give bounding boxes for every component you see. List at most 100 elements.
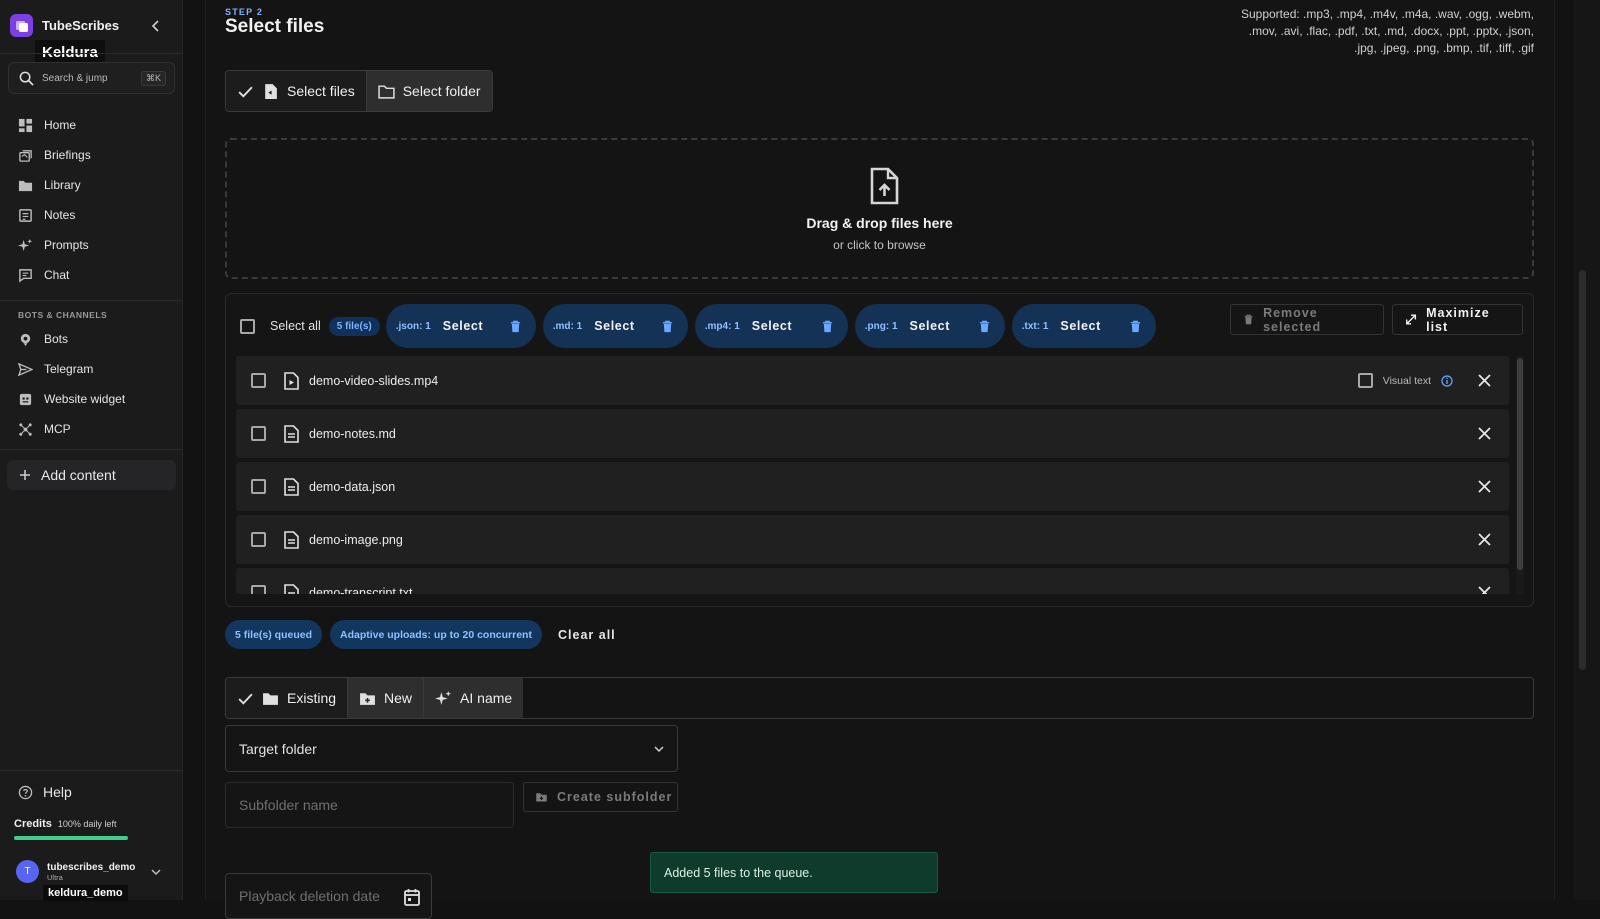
ext-select-button[interactable]: Select bbox=[752, 319, 792, 333]
subfolder-name-input[interactable]: Subfolder name bbox=[225, 782, 514, 828]
file-row: demo-notes.md bbox=[236, 409, 1509, 458]
document-file-icon bbox=[284, 530, 299, 549]
calendar-icon[interactable] bbox=[404, 888, 420, 906]
ext-select-button[interactable]: Select bbox=[910, 319, 950, 333]
user-tooltip: keldura_demo bbox=[43, 885, 128, 901]
sidebar: TubeScribes Keldura Search & jump ⌘K Hom… bbox=[0, 0, 183, 901]
file-dropzone[interactable]: Drag & drop files here or click to brows… bbox=[225, 138, 1534, 279]
close-icon[interactable] bbox=[1478, 586, 1491, 594]
sidebar-item-notes[interactable]: Notes bbox=[0, 200, 183, 230]
search-input[interactable]: Search & jump ⌘K bbox=[8, 62, 175, 94]
maximize-list-label: Maximize list bbox=[1426, 305, 1490, 334]
playback-deletion-date-input[interactable]: Playback deletion date bbox=[225, 873, 432, 919]
ai-name-label: AI name bbox=[460, 690, 513, 706]
sidebar-item-label: Prompts bbox=[44, 238, 89, 252]
remove-selected-label: Remove selected bbox=[1263, 305, 1322, 334]
target-folder-select[interactable]: Target folder bbox=[225, 725, 678, 772]
trash-icon[interactable] bbox=[661, 320, 674, 333]
page-scrollbar[interactable] bbox=[1574, 0, 1600, 900]
trash-icon[interactable] bbox=[1129, 320, 1142, 333]
select-all-checkbox[interactable] bbox=[240, 318, 255, 334]
select-files-label: Select files bbox=[287, 83, 355, 99]
select-files-mode-button[interactable]: Select files bbox=[226, 71, 367, 111]
ext-chip-md: .md: 1 Select bbox=[542, 304, 688, 348]
clear-all-button[interactable]: Clear all bbox=[558, 628, 616, 642]
trash-icon[interactable] bbox=[978, 320, 991, 333]
file-checkbox[interactable] bbox=[251, 585, 266, 594]
sidebar-item-prompts[interactable]: Prompts bbox=[0, 230, 183, 260]
file-name: demo-notes.md bbox=[309, 426, 396, 441]
file-checkbox[interactable] bbox=[251, 479, 266, 494]
chevron-down-icon[interactable] bbox=[150, 866, 162, 878]
file-name: demo-transcript.txt bbox=[309, 585, 413, 595]
sidebar-item-library[interactable]: Library bbox=[0, 170, 183, 200]
existing-folder-button[interactable]: Existing bbox=[226, 678, 349, 718]
dropzone-subtitle: or click to browse bbox=[833, 238, 926, 252]
sidebar-item-chat[interactable]: Chat bbox=[0, 260, 183, 290]
ext-select-button[interactable]: Select bbox=[1060, 319, 1100, 333]
folder-icon bbox=[18, 180, 33, 191]
close-icon[interactable] bbox=[1478, 427, 1491, 440]
file-list-scrollbar-thumb[interactable] bbox=[1517, 358, 1523, 570]
visual-text-checkbox[interactable] bbox=[1357, 373, 1373, 388]
sidebar-item-label: Briefings bbox=[44, 148, 91, 162]
user-menu[interactable]: T tubescribes_demo Ultra bbox=[16, 860, 135, 883]
sidebar-item-website-widget[interactable]: Website widget bbox=[0, 384, 183, 414]
document-file-icon bbox=[284, 424, 299, 443]
ext-chip-label: .png: 1 bbox=[864, 320, 898, 332]
remove-selected-button[interactable]: Remove selected bbox=[1230, 304, 1384, 335]
trash-icon[interactable] bbox=[821, 320, 834, 333]
page-scrollbar-thumb[interactable] bbox=[1579, 270, 1586, 670]
file-checkbox[interactable] bbox=[251, 373, 266, 388]
sidebar-item-telegram[interactable]: Telegram bbox=[0, 354, 183, 384]
ext-chip-label: .mp4: 1 bbox=[704, 320, 740, 332]
file-checkbox[interactable] bbox=[251, 532, 266, 547]
page-title: Select files bbox=[225, 16, 325, 37]
close-icon[interactable] bbox=[1478, 374, 1491, 387]
info-icon[interactable] bbox=[1441, 374, 1453, 387]
plus-icon bbox=[20, 470, 30, 480]
maximize-list-button[interactable]: Maximize list bbox=[1392, 304, 1523, 335]
close-icon[interactable] bbox=[1478, 533, 1491, 546]
trash-icon bbox=[1244, 314, 1253, 325]
select-folder-mode-button[interactable]: Select folder bbox=[366, 71, 492, 111]
collapse-sidebar-icon[interactable] bbox=[148, 18, 164, 34]
video-file-icon bbox=[284, 371, 299, 390]
supported-line: .jpg, .jpeg, .png, .bmp, .tif, .tiff, .g… bbox=[1354, 41, 1534, 55]
folder-icon bbox=[263, 692, 278, 705]
ext-chip-label: .txt: 1 bbox=[1021, 320, 1049, 332]
widget-icon bbox=[19, 393, 32, 405]
new-folder-label: New bbox=[384, 690, 413, 706]
file-checkbox[interactable] bbox=[251, 426, 266, 441]
file-name: demo-video-slides.mp4 bbox=[309, 373, 439, 388]
existing-folder-label: Existing bbox=[287, 690, 337, 706]
visual-text-option: Visual text bbox=[1357, 373, 1453, 388]
brand[interactable]: TubeScribes bbox=[10, 14, 119, 37]
trash-icon[interactable] bbox=[509, 320, 522, 333]
ext-select-button[interactable]: Select bbox=[443, 319, 483, 333]
close-icon[interactable] bbox=[1478, 480, 1491, 493]
sidebar-item-mcp[interactable]: MCP bbox=[0, 414, 183, 444]
create-subfolder-label: Create subfolder bbox=[557, 790, 673, 804]
create-subfolder-button[interactable]: Create subfolder bbox=[523, 782, 678, 812]
credits-status: 100% daily left bbox=[57, 819, 117, 829]
sidebar-item-briefings[interactable]: Briefings bbox=[0, 140, 183, 170]
ai-name-button[interactable]: AI name bbox=[424, 678, 524, 718]
new-folder-button[interactable]: New bbox=[348, 678, 425, 718]
credits: Credits 100% daily left bbox=[14, 818, 116, 830]
briefings-icon bbox=[19, 149, 32, 162]
file-row: demo-data.json bbox=[236, 462, 1509, 511]
file-list-panel: Select all 5 file(s) .json: 1 Select .md… bbox=[225, 293, 1534, 607]
help-button[interactable]: Help bbox=[18, 784, 72, 800]
sidebar-item-home[interactable]: Home bbox=[0, 110, 183, 140]
new-folder-icon bbox=[536, 793, 547, 802]
mcp-icon bbox=[19, 422, 32, 436]
sidebar-item-bots[interactable]: Bots bbox=[0, 324, 183, 354]
file-icon bbox=[265, 83, 277, 99]
add-content-button[interactable]: Add content bbox=[7, 460, 176, 490]
help-label: Help bbox=[43, 784, 72, 800]
main-nav: Home Briefings Library Notes Prompts Cha… bbox=[0, 110, 183, 290]
file-count-badge: 5 file(s) bbox=[328, 316, 380, 336]
ext-select-button[interactable]: Select bbox=[594, 319, 634, 333]
user-plan: Ultra bbox=[47, 872, 63, 882]
